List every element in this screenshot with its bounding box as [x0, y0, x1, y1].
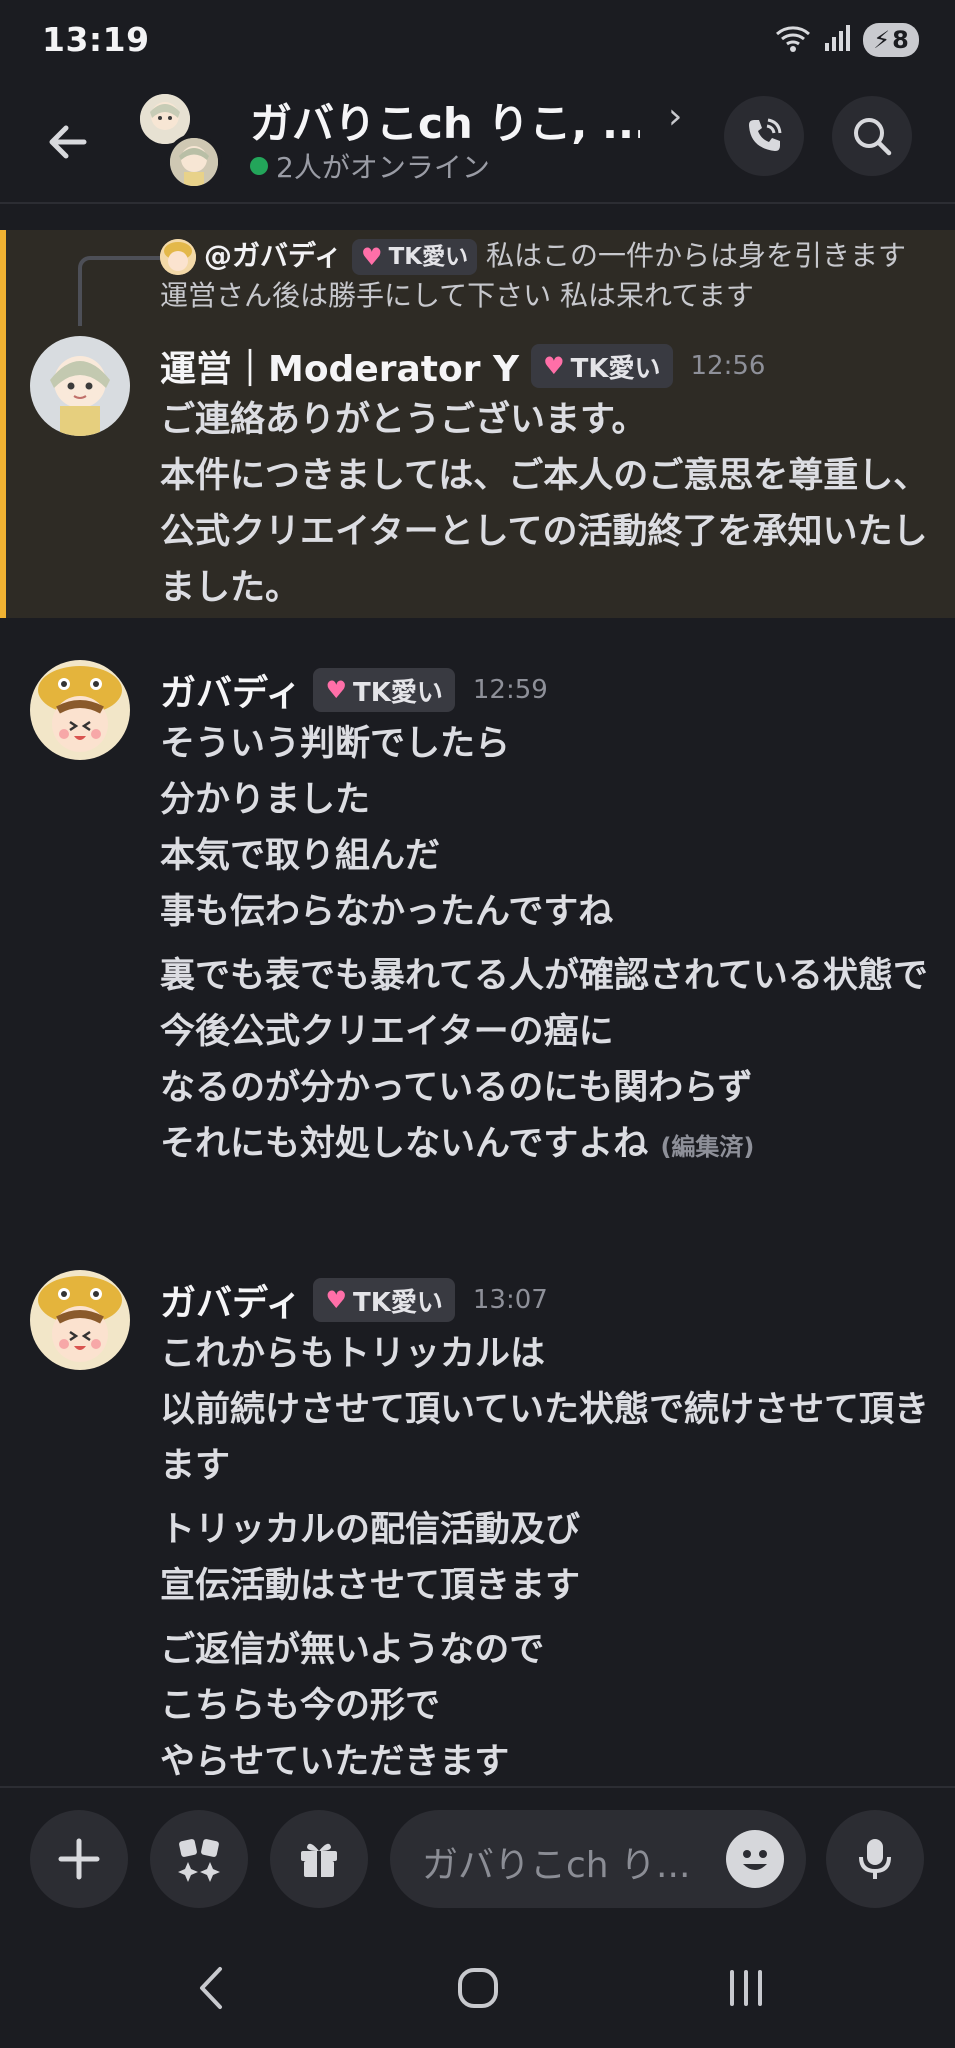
message-line: トリッカルの配信活動及び	[160, 1510, 581, 1550]
emoji-button[interactable]	[726, 1830, 784, 1888]
reply-author[interactable]: @ガバディ	[204, 239, 342, 272]
gift-button[interactable]	[270, 1810, 368, 1908]
message-line-text: それにも対処しないんですよね	[160, 1124, 649, 1164]
phone-call-icon	[749, 118, 782, 151]
channel-title[interactable]: ガバりこch りこ, ...	[250, 90, 640, 151]
back-button[interactable]	[36, 110, 100, 174]
message-line: 本件につきましては、ご本人のご意思を尊重し、公式クリエイターとしての活動終了を承…	[160, 456, 929, 608]
message-line: これからもトリッカルは	[160, 1334, 546, 1374]
message-time: 13:07	[472, 1285, 548, 1315]
reply-preview[interactable]: @ガバディ ♥ TK愛い 私はこの一件からは身を引きます 運営さん後は勝手にして下さ…	[160, 236, 920, 316]
message-line: ご返信が無いようなので	[160, 1630, 545, 1670]
message-line: そういう判断でしたら	[160, 724, 511, 764]
arrow-left-icon	[49, 125, 87, 159]
role-tag-label: TK愛い	[353, 1287, 443, 1318]
role-tag: ♥ TK愛い	[313, 668, 455, 712]
message-list[interactable]: @ガバディ ♥ TK愛い 私はこの一件からは身を引きます 運営さん後は勝手にして下さ…	[0, 204, 955, 1786]
message-line: 本気で取り組んだ	[160, 836, 441, 876]
status-icons: ⚡ 8	[773, 22, 919, 58]
heart-icon: ♥	[325, 676, 347, 704]
avatar[interactable]	[30, 660, 130, 760]
plus-icon	[58, 1838, 100, 1880]
message-line: 以前続けさせて頂いていた状態で続けさせて頂きます	[160, 1390, 929, 1486]
home-square-icon	[458, 1968, 498, 2008]
chat-screen: 13:19 ⚡ 8 ガバりこch りこ, ... › 2人がオンライン @ガバデ…	[0, 0, 955, 2048]
message-line: 事も伝わらなかったんですね	[160, 892, 614, 932]
heart-icon: ♥	[361, 243, 383, 271]
chevron-right-icon[interactable]: ›	[668, 96, 682, 137]
author-name[interactable]: ガバディ	[160, 664, 301, 716]
system-nav-bar	[0, 1924, 955, 2048]
status-time: 13:19	[42, 20, 150, 59]
nav-home-button[interactable]	[438, 1958, 518, 2018]
recents-icon	[730, 1970, 762, 2006]
composer-bar: ガバりこch り...	[0, 1786, 955, 1924]
search-icon	[854, 118, 892, 156]
apps-button[interactable]	[150, 1810, 248, 1908]
message-line: 宣伝活動はさせて頂きます	[160, 1566, 581, 1606]
heart-icon: ♥	[543, 352, 565, 380]
microphone-icon	[859, 1839, 891, 1879]
message-body[interactable]: ご連絡ありがとうございます。 本件につきましては、ご本人のご意思を尊重し、公式ク…	[160, 392, 930, 616]
online-dot-icon	[250, 157, 268, 175]
role-tag: ♥ TK愛い	[313, 1278, 455, 1322]
message-line: こちらも今の形で	[160, 1686, 441, 1726]
message-input-placeholder: ガバりこch り...	[422, 1845, 691, 1886]
apps-sparkle-icon	[178, 1839, 220, 1882]
message-header: ガバディ ♥ TK愛い 13:07	[160, 1274, 548, 1326]
bolt-icon: ⚡	[873, 26, 891, 54]
search-button[interactable]	[832, 96, 912, 176]
message-line: なるのが分かっているのにも関わらず	[160, 1068, 753, 1108]
message-body[interactable]: これからもトリッカルは 以前続けさせて頂いていた状態で続けさせて頂きます トリッ…	[160, 1326, 930, 1786]
emoji-icon	[743, 1850, 767, 1870]
wifi-icon	[773, 22, 813, 58]
message-line: 裏でも表でも暴れてる人が確認されている状態で	[160, 956, 928, 996]
role-tag: ♥ TK愛い	[531, 344, 673, 388]
message-line: ご連絡ありがとうございます。	[160, 400, 647, 440]
message-line: 今後公式クリエイターの癌に	[160, 1012, 614, 1052]
message-line: 分かりました	[160, 780, 371, 820]
edited-label: (編集済)	[660, 1133, 755, 1161]
role-tag-label: TK愛い	[353, 677, 443, 708]
message-time: 12:56	[690, 351, 766, 381]
chevron-left-icon	[200, 1967, 222, 2009]
battery-indicator: ⚡ 8	[863, 23, 919, 57]
message-line: それにも対処しないんですよね (編集済)	[160, 1116, 930, 1175]
message-line: やらせていただきます	[160, 1742, 510, 1782]
reply-avatar	[160, 239, 196, 275]
reply-author-tag: ♥ TK愛い	[352, 239, 478, 275]
role-tag-label: TK愛い	[570, 353, 661, 384]
message-time: 12:59	[472, 675, 548, 705]
gift-icon	[301, 1843, 337, 1877]
status-bar: 13:19 ⚡ 8	[0, 0, 955, 80]
nav-back-button[interactable]	[172, 1958, 252, 2018]
message-input[interactable]: ガバりこch り...	[390, 1810, 806, 1908]
channel-header: ガバりこch りこ, ... › 2人がオンライン	[0, 80, 955, 204]
battery-level: 8	[892, 26, 909, 54]
reply-connector	[78, 256, 160, 326]
nav-recents-button[interactable]	[706, 1958, 786, 2018]
author-name[interactable]: 運営｜Moderator Y	[160, 340, 519, 392]
message-header: ガバディ ♥ TK愛い 12:59	[160, 664, 548, 716]
message-header: 運営｜Moderator Y ♥ TK愛い 12:56	[160, 340, 765, 392]
avatar[interactable]	[30, 1270, 130, 1370]
member-avatar	[166, 134, 222, 190]
attach-button[interactable]	[30, 1810, 128, 1908]
signal-icon	[823, 23, 853, 57]
heart-icon: ♥	[325, 1286, 347, 1314]
voice-message-button[interactable]	[826, 1810, 924, 1908]
avatar[interactable]	[30, 336, 130, 436]
voice-call-button[interactable]	[724, 96, 804, 176]
message-body[interactable]: そういう判断でしたら 分かりました 本気で取り組んだ 事も伝わらなかったんですね…	[160, 716, 930, 1175]
group-avatar[interactable]	[136, 94, 222, 190]
reply-tag-label: TK愛い	[388, 244, 469, 270]
online-status: 2人がオンライン	[250, 146, 490, 186]
author-name[interactable]: ガバディ	[160, 1274, 301, 1326]
online-count: 2人がオンライン	[276, 151, 490, 184]
